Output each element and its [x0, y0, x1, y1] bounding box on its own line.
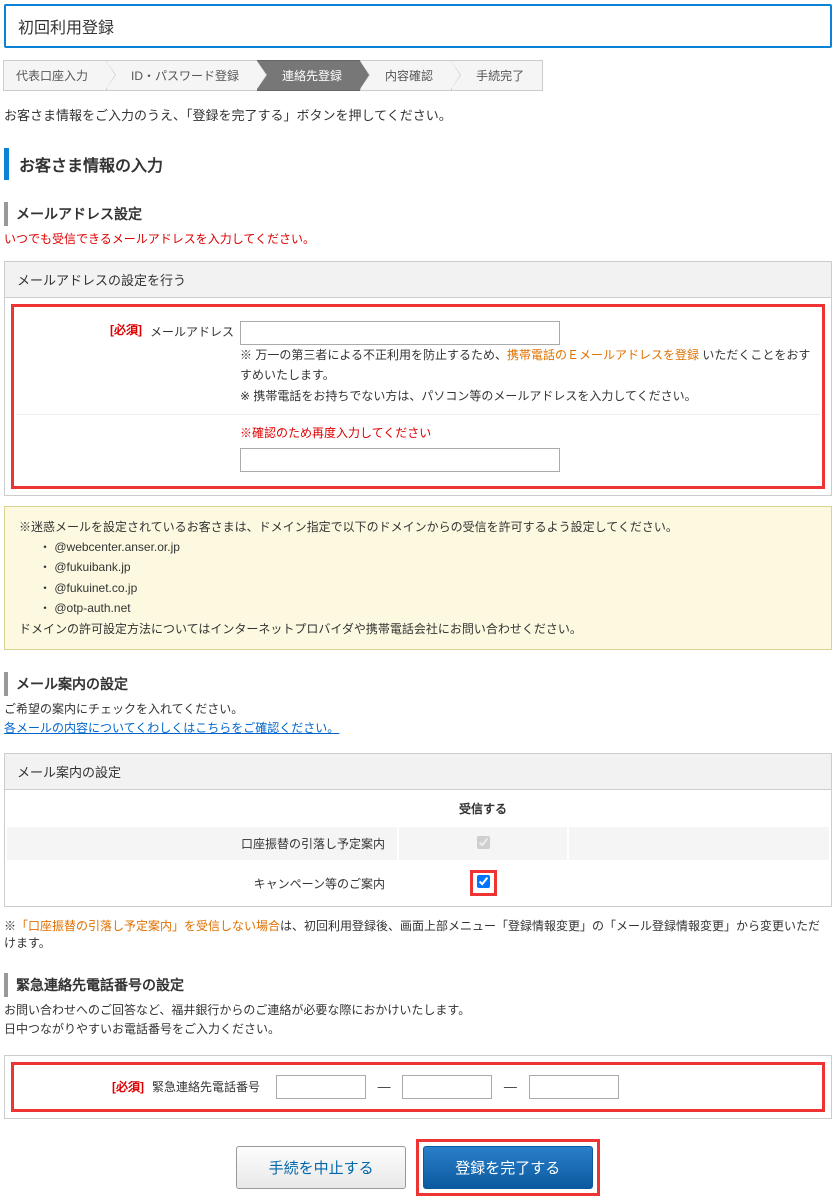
mail-checkbox[interactable]: [477, 875, 490, 888]
step: ID・パスワード登録: [106, 60, 258, 91]
email-desc1: ※ 万一の第三者による不正利用を防止するため、携帯電話のＥメールアドレスを登録 …: [240, 348, 810, 382]
mail-header-receive: 受信する: [399, 792, 567, 825]
mail-table: 受信する 口座振替の引落し予定案内キャンペーン等のご案内: [5, 790, 831, 906]
phone-panel: [必須] 緊急連絡先電話番号 — —: [4, 1055, 832, 1119]
email-panel: メールアドレスの設定を行う [必須] メールアドレス ※ 万一の第三者による不正…: [4, 261, 832, 496]
spam-lead: ※迷惑メールを設定されているお客さまは、ドメイン指定で以下のドメインからの受信を…: [19, 517, 817, 537]
page-title-box: 初回利用登録: [4, 4, 832, 48]
email-label: メールアドレス: [150, 321, 240, 406]
phone-input-1[interactable]: [276, 1075, 366, 1099]
email-input[interactable]: [240, 321, 560, 345]
phone-input-3[interactable]: [529, 1075, 619, 1099]
email-confirm-input[interactable]: [240, 448, 560, 472]
phone-desc1: お問い合わせへのご回答など、福井銀行からのご連絡が必要な際におかけいたします。: [4, 1001, 832, 1020]
email-heading: メールアドレス設定: [4, 202, 832, 226]
mail-checkbox: [477, 836, 490, 849]
phone-sep-1: —: [378, 1079, 391, 1094]
step: 連絡先登録: [257, 60, 361, 91]
phone-heading: 緊急連絡先電話番号の設定: [4, 973, 832, 997]
phone-desc2: 日中つながりやすいお電話番号をご入力ください。: [4, 1020, 832, 1039]
guide-link[interactable]: 各メールの内容についてくわしくはこちらをご確認ください。: [4, 721, 339, 735]
step: 内容確認: [360, 60, 452, 91]
mail-row: キャンペーン等のご案内: [7, 862, 829, 904]
domain-item: @fukuinet.co.jp: [39, 578, 817, 598]
email-row: [必須] メールアドレス ※ 万一の第三者による不正利用を防止するため、携帯電話…: [16, 313, 820, 415]
step: 代表口座入力: [3, 60, 107, 91]
guide-panel-title: メール案内の設定: [5, 754, 831, 790]
phone-required: [必須]: [22, 1078, 152, 1095]
mail-row: 口座振替の引落し予定案内: [7, 827, 829, 860]
mail-row-label: キャンペーン等のご案内: [7, 862, 397, 904]
domain-item: @otp-auth.net: [39, 598, 817, 618]
phone-label: 緊急連絡先電話番号: [152, 1078, 260, 1095]
guide-desc: ご希望の案内にチェックを入れてください。: [4, 700, 832, 719]
domain-list: @webcenter.anser.or.jp@fukuibank.jp@fuku…: [19, 537, 817, 619]
step: 手続完了: [451, 60, 543, 91]
button-row: 手続を中止する 登録を完了する: [4, 1139, 832, 1196]
checkbox-highlight: [470, 870, 497, 896]
phone-highlight-box: [必須] 緊急連絡先電話番号 — —: [11, 1062, 825, 1112]
email-desc2: ※ 携帯電話をお持ちでない方は、パソコン等のメールアドレスを入力してください。: [240, 389, 697, 403]
domain-item: @fukuibank.jp: [39, 557, 817, 577]
mail-row-label: 口座振替の引落し予定案内: [7, 827, 397, 860]
cancel-button[interactable]: 手続を中止する: [236, 1146, 406, 1189]
email-confirm-row: ※確認のため再度入力してください: [16, 415, 820, 479]
customer-info-heading: お客さま情報の入力: [4, 148, 832, 180]
phone-sep-2: —: [504, 1079, 517, 1094]
email-panel-title: メールアドレスの設定を行う: [5, 262, 831, 298]
phone-inputs: — —: [276, 1075, 619, 1099]
spam-tail: ドメインの許可設定方法についてはインターネットプロバイダや携帯電話会社にお問い合…: [19, 619, 817, 639]
guide-panel: メール案内の設定 受信する 口座振替の引落し予定案内キャンペーン等のご案内: [4, 753, 832, 907]
spam-info-box: ※迷惑メールを設定されているお客さまは、ドメイン指定で以下のドメインからの受信を…: [4, 506, 832, 650]
domain-item: @webcenter.anser.or.jp: [39, 537, 817, 557]
email-content: ※ 万一の第三者による不正利用を防止するため、携帯電話のＥメールアドレスを登録 …: [240, 321, 816, 406]
guide-heading: メール案内の設定: [4, 672, 832, 696]
page-title: 初回利用登録: [18, 14, 818, 38]
submit-highlight: 登録を完了する: [416, 1139, 600, 1196]
phone-input-2[interactable]: [402, 1075, 492, 1099]
stepper: 代表口座入力ID・パスワード登録連絡先登録内容確認手続完了: [4, 60, 832, 91]
email-confirm-note: ※確認のため再度入力してください: [240, 423, 816, 443]
submit-button[interactable]: 登録を完了する: [423, 1146, 593, 1189]
intro-text: お客さま情報をご入力のうえ、「登録を完了する」ボタンを押してください。: [4, 105, 832, 124]
email-heading-note: いつでも受信できるメールアドレスを入力してください。: [4, 230, 832, 247]
guide-warning: ※「口座振替の引落し予定案内」を受信しない場合は、初回利用登録後、画面上部メニュ…: [4, 917, 832, 951]
email-highlight-box: [必須] メールアドレス ※ 万一の第三者による不正利用を防止するため、携帯電話…: [11, 304, 825, 489]
email-required: [必須]: [20, 321, 150, 406]
